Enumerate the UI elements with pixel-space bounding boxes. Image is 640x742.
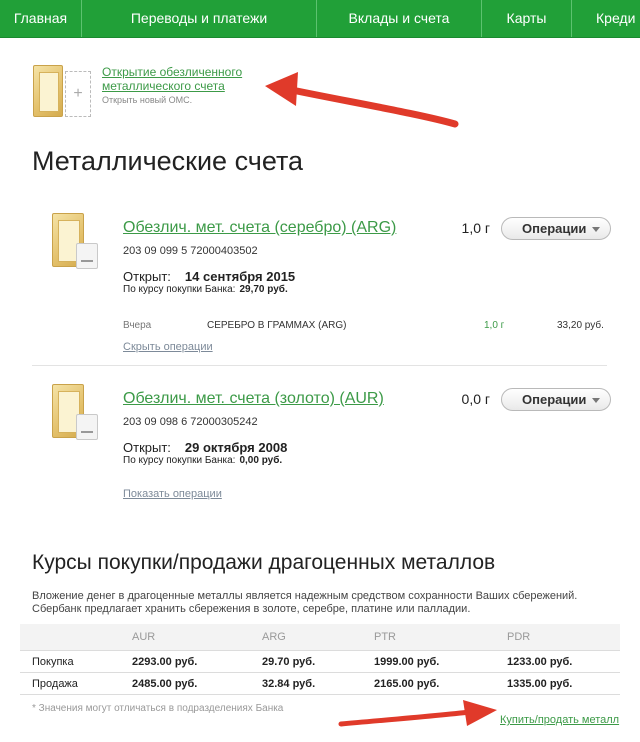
open-account-link[interactable]: Открытие обезличенного металлического сч… [102,65,242,93]
column-header: PTR [374,624,507,651]
hide-operations-link[interactable]: Скрыть операции [123,341,213,353]
column-header: AUR [132,624,262,651]
new-metal-account-icon[interactable]: + [33,65,93,121]
account-title-silver[interactable]: Обезлич. мет. счета (серебро) (ARG) [123,219,396,237]
rate-cell: 2485.00 руб. [132,672,262,695]
nav-item-credits[interactable]: Креди [572,0,640,37]
rate-cell: 1335.00 руб. [507,672,620,695]
annotation-arrow-icon [265,72,459,128]
row-label: Покупка [20,650,132,673]
annotation-arrow-icon [338,700,497,727]
rate-cell: 1233.00 руб. [507,650,620,673]
rates-footnote: * Значения могут отличаться в подразделе… [32,703,284,714]
nav-item-deposits[interactable]: Вклады и счета [317,0,482,37]
operation-quantity: 1,0 г [484,320,505,331]
rate-cell: 32.84 руб. [262,672,374,695]
account-amount: 1,0 г [461,220,490,236]
main-nav: Главная Переводы и платежи Вклады и счет… [0,0,640,38]
account-number: 203 09 098 6 72000305242 [123,416,258,428]
account-opened: Открыт: 14 сентября 2015 [123,269,296,284]
chevron-down-icon [592,227,600,232]
silver-bar-icon [52,213,102,269]
operations-button[interactable]: Операции [501,217,611,240]
account-rate: По курсу покупки Банка: 0,00 руб. [123,455,283,466]
account-amount: 0,0 г [461,391,490,407]
rate-cell: 2293.00 руб. [132,650,262,673]
operation-description: СЕРЕБРО В ГРАММАХ (ARG) [207,320,347,331]
gold-bar-icon [52,384,102,440]
operation-date: Вчера [123,320,152,331]
rate-cell: 29.70 руб. [262,650,374,673]
rates-table: AUR ARG PTR PDR Покупка 2293.00 руб. 29.… [20,624,620,695]
row-label: Продажа [20,672,132,695]
column-header: PDR [507,624,620,651]
table-row: Продажа 2485.00 руб. 32.84 руб. 2165.00 … [20,672,620,695]
operation-sum: 33,20 руб. [557,320,604,331]
operations-button[interactable]: Операции [501,388,611,411]
nav-item-cards[interactable]: Карты [482,0,572,37]
rate-cell: 2165.00 руб. [374,672,507,695]
account-rate: По курсу покупки Банка: 29,70 руб. [123,284,288,295]
table-row: Покупка 2293.00 руб. 29.70 руб. 1999.00 … [20,650,620,673]
chevron-down-icon [592,398,600,403]
page-title: Металлические счета [32,146,304,176]
show-operations-link[interactable]: Показать операции [123,488,222,500]
nav-item-transfers[interactable]: Переводы и платежи [82,0,317,37]
account-opened: Открыт: 29 октября 2008 [123,440,288,455]
rates-title: Курсы покупки/продажи драгоценных металл… [32,551,496,574]
buy-sell-metal-link[interactable]: Купить/продать металл [500,714,619,726]
rate-cell: 1999.00 руб. [374,650,507,673]
divider [32,365,607,366]
open-account-subtitle: Открыть новый ОМС. [102,95,193,105]
account-number: 203 09 099 5 72000403502 [123,245,258,257]
nav-item-home[interactable]: Главная [0,0,82,37]
plus-icon: + [65,71,91,117]
rates-intro: Вложение денег в драгоценные металлы явл… [32,590,578,615]
column-header: ARG [262,624,374,651]
account-title-gold[interactable]: Обезлич. мет. счета (золото) (AUR) [123,390,384,408]
